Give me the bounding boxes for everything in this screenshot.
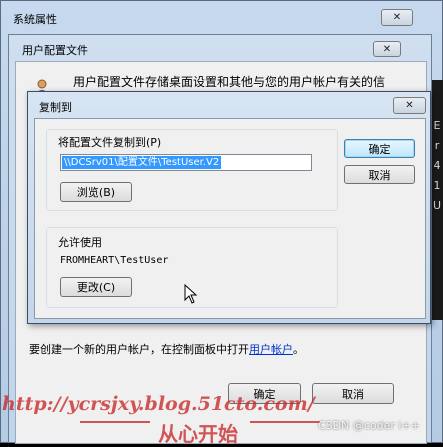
copy-ok-button[interactable]: 确定 [344,139,415,158]
watermark-csdn: CSDN @coder i++ [318,419,420,432]
copy-to-title: 复制到 [39,101,72,114]
browse-button[interactable]: 浏览(B) [60,182,132,202]
path-input-value: \\DCSrv01\配置文件\TestUser.V2 [62,156,222,169]
profiles-description: 用户配置文件存储桌面设置和其他与您的用户帐户有关的信 [73,75,386,89]
copy-to-label: 将配置文件复制到(P) [58,136,162,149]
copy-to-close-button[interactable]: ✕ [393,97,426,114]
mouse-cursor-icon [184,283,198,304]
permitted-group: 允许使用 FROMHEART\TestUser 更改(C) [46,227,338,308]
copy-to-group: 将配置文件复制到(P) \\DCSrv01\配置文件\TestUser.V2 浏… [46,129,338,211]
watermark-line [250,421,320,423]
system-properties-close-button[interactable]: ✕ [381,9,413,26]
background-strip: E r 4 1 U [431,80,443,320]
copy-to-dialog: 复制到 ✕ 将配置文件复制到(P) \\DCSrv01\配置文件\TestUse… [27,91,431,324]
user-profiles-close-button[interactable]: ✕ [373,41,401,57]
watermark-url: http://ycrsjxy.blog.51cto.com/ [2,393,315,415]
create-account-suffix: 。 [293,343,304,356]
change-button[interactable]: 更改(C) [60,277,132,297]
watermark-line [80,421,150,423]
path-input[interactable]: \\DCSrv01\配置文件\TestUser.V2 [60,154,312,171]
profiles-cancel-button[interactable]: 取消 [312,383,394,404]
close-icon: ✕ [392,12,402,23]
copy-cancel-button[interactable]: 取消 [344,165,415,184]
edge-glyph: U [432,199,442,212]
user-accounts-link[interactable]: 用户帐户 [249,343,293,356]
edge-glyph: 4 [433,159,441,172]
edge-glyph: E [433,119,441,132]
create-account-line: 要创建一个新的用户帐户，在控制面板中打开用户帐户。 [29,341,304,357]
create-account-text: 要创建一个新的用户帐户，在控制面板中打开 [29,343,249,356]
copy-to-client: 将配置文件复制到(P) \\DCSrv01\配置文件\TestUser.V2 浏… [34,118,426,319]
close-icon: ✕ [382,43,392,55]
permitted-user: FROMHEART\TestUser [60,255,169,266]
edge-glyph: 1 [433,179,441,192]
close-icon: ✕ [405,100,414,111]
permitted-label: 允许使用 [58,236,102,249]
system-properties-title: 系统属性 [13,13,57,26]
edge-glyph: r [434,139,440,152]
user-profiles-title: 用户配置文件 [22,44,88,57]
